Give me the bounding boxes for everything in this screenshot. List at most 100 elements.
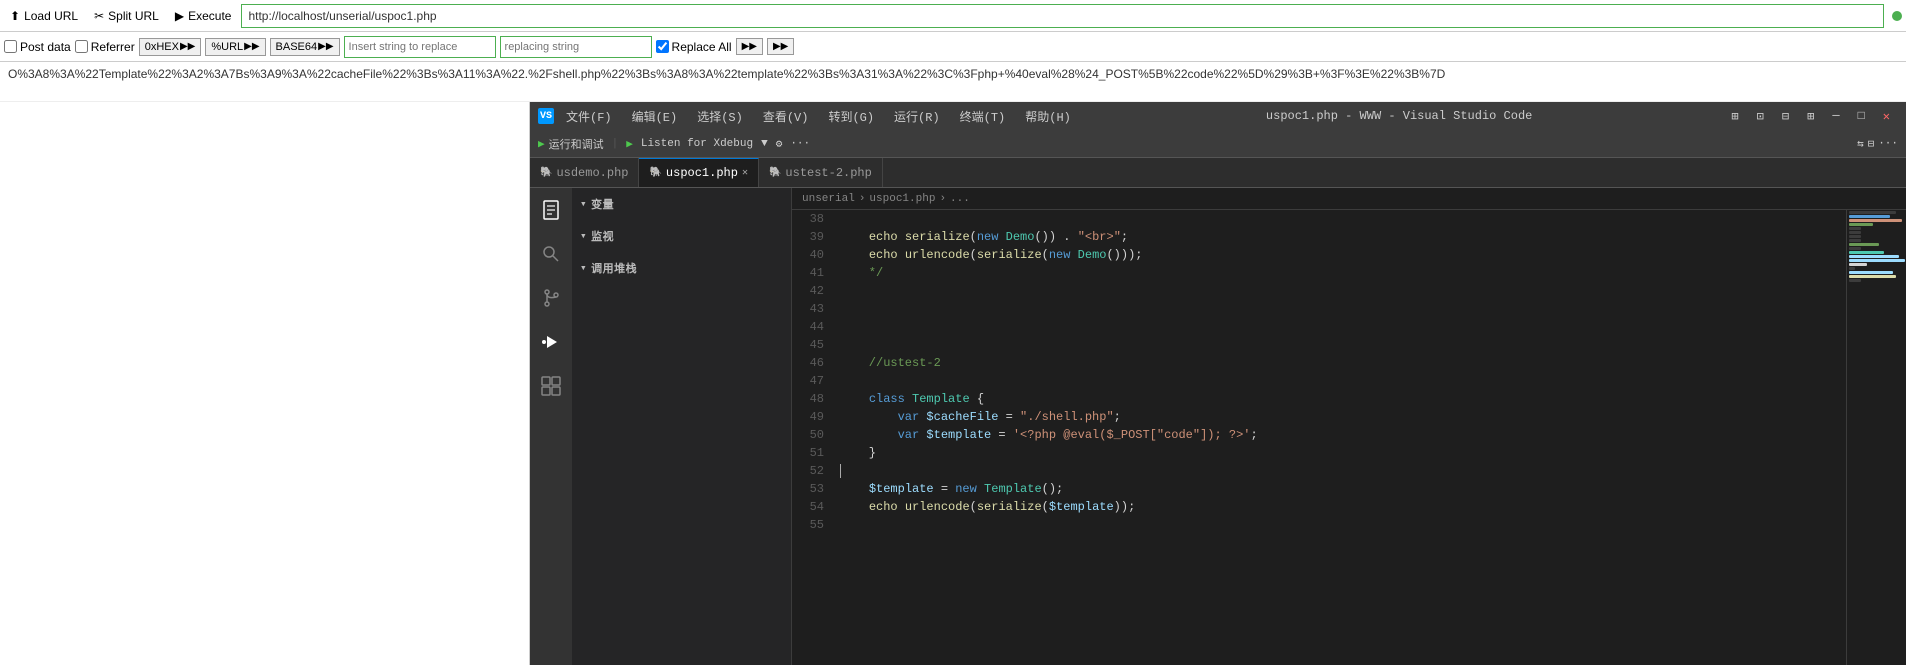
post-data-label: Post data (20, 40, 71, 54)
window-sidebar-btn[interactable]: ⊡ (1749, 107, 1772, 126)
variables-header[interactable]: ▾ 变量 (572, 192, 791, 216)
callstack-section: ▾ 调用堆栈 (572, 252, 791, 284)
tab-uspoc1-label: uspoc1.php (666, 166, 738, 180)
post-data-checkbox[interactable]: Post data (4, 40, 71, 54)
variables-section: ▾ 变量 (572, 188, 791, 220)
replace-all-label: Replace All (672, 40, 732, 54)
minimap (1846, 210, 1906, 665)
layout-icon[interactable]: ⊟ (1868, 137, 1875, 151)
menu-goto[interactable]: 转到(G) (824, 106, 878, 127)
menu-view[interactable]: 查看(V) (759, 106, 813, 127)
activity-extensions-icon[interactable] (537, 372, 565, 400)
listen-label: Listen for Xdebug (641, 138, 753, 150)
variables-label: 变量 (591, 196, 614, 212)
breadcrumb: unserial › uspoc1.php › ... (792, 188, 1906, 210)
left-panel (0, 102, 530, 665)
menu-file[interactable]: 文件(F) (562, 106, 616, 127)
vscode-titlebar: VS 文件(F) 编辑(E) 选择(S) 查看(V) 转到(G) 运行(R) 终… (530, 102, 1906, 130)
more-icon[interactable]: ··· (1878, 138, 1898, 150)
insert-replace-input[interactable] (344, 36, 496, 58)
tab-ustest2-label: ustest-2.php (785, 166, 871, 180)
menu-edit[interactable]: 编辑(E) (628, 106, 682, 127)
dropdown-arrow-icon[interactable]: ▼ (761, 138, 768, 150)
breadcrumb-unserial: unserial (802, 193, 855, 205)
callstack-chevron-icon: ▾ (580, 261, 587, 275)
activity-search-icon[interactable] (537, 240, 565, 268)
vscode-debug-toolbar: ▶ 运行和调试 | ▶ Listen for Xdebug ▼ ⚙ ··· ⇆ … (530, 130, 1906, 158)
vscode-editor: VS 文件(F) 编辑(E) 选择(S) 查看(V) 转到(G) 运行(R) 终… (530, 102, 1906, 665)
toolbar-gear-icon[interactable]: ⚙ (776, 137, 783, 151)
url-button[interactable]: %URL ▶▶ (205, 38, 265, 56)
play-icon: ▶ (538, 137, 545, 151)
activity-debug-icon[interactable] (537, 328, 565, 356)
extra-arrow-button[interactable]: ▶▶ (767, 38, 794, 55)
callstack-label: 调用堆栈 (591, 260, 637, 276)
breadcrumb-sep1: › (859, 193, 866, 205)
menu-run[interactable]: 运行(R) (890, 106, 944, 127)
code-editor[interactable]: echo serialize(new Demo()) . "<br>"; ech… (832, 210, 1846, 665)
code-container[interactable]: 38 39 40 41 42 43 44 45 46 47 48 49 50 5… (792, 210, 1906, 665)
debug-sidebar: ▾ 变量 ▾ 监视 ▾ 调用堆栈 (572, 188, 792, 665)
vscode-menu: 文件(F) 编辑(E) 选择(S) 查看(V) 转到(G) 运行(R) 终端(T… (562, 106, 1075, 127)
menu-help[interactable]: 帮助(H) (1021, 106, 1075, 127)
watch-section: ▾ 监视 (572, 220, 791, 252)
breadcrumb-nav-icon[interactable]: ⇆ (1857, 137, 1864, 151)
window-controls: ⊞ ⊡ ⊟ ⊞ ─ □ ✕ (1723, 107, 1898, 126)
tab-usdemo-label: usdemo.php (556, 166, 628, 180)
breadcrumb-dots: ... (950, 193, 970, 205)
status-dot (1892, 11, 1902, 21)
toolbar-dots-icon[interactable]: ··· (790, 138, 810, 150)
hex-label: 0xHEX (145, 41, 179, 53)
url-input[interactable] (241, 4, 1884, 28)
window-panel-btn[interactable]: ⊟ (1774, 107, 1797, 126)
vscode-title: uspoc1.php - WWW - Visual Studio Code (1083, 109, 1716, 123)
execute-label: Execute (188, 9, 231, 23)
vscode-body: ▾ 变量 ▾ 监视 ▾ 调用堆栈 (530, 188, 1906, 665)
tab-usdemo-icon: 🐘 (540, 167, 552, 179)
activity-explorer-icon[interactable] (537, 196, 565, 224)
base64-arrow-icon: ▶▶ (318, 41, 333, 52)
extra-arrow-icon: ▶▶ (773, 41, 788, 52)
watch-chevron-icon: ▾ (580, 229, 587, 243)
breadcrumb-file: uspoc1.php (869, 193, 935, 205)
replace-all-checkbox[interactable]: Replace All (656, 40, 732, 54)
url-arrow-icon: ▶▶ (244, 41, 259, 52)
toolbar-right-actions: ⇆ ⊟ ··· (1857, 137, 1898, 151)
replace-all-check[interactable] (656, 40, 669, 53)
menu-select[interactable]: 选择(S) (693, 106, 747, 127)
window-close-btn[interactable]: ✕ (1875, 107, 1898, 126)
replace-arrow-button[interactable]: ▶▶ (736, 38, 763, 55)
load-url-label: Load URL (24, 9, 78, 23)
referrer-check[interactable] (75, 40, 88, 53)
referrer-checkbox[interactable]: Referrer (75, 40, 135, 54)
execute-button[interactable]: ▶ Execute (169, 7, 238, 25)
post-data-check[interactable] (4, 40, 17, 53)
url-label: %URL (211, 41, 243, 53)
tab-usdemo[interactable]: 🐘 usdemo.php (530, 158, 639, 188)
breadcrumb-sep2: › (939, 193, 946, 205)
window-minimize-btn[interactable]: ─ (1824, 107, 1847, 126)
load-url-icon: ⬆ (10, 9, 20, 23)
base64-button[interactable]: BASE64 ▶▶ (270, 38, 340, 56)
tab-ustest2[interactable]: 🐘 ustest-2.php (759, 158, 883, 188)
split-url-icon: ✂ (94, 9, 104, 23)
split-url-button[interactable]: ✂ Split URL (88, 7, 165, 25)
hex-button[interactable]: 0xHEX ▶▶ (139, 38, 202, 56)
inserting-replacing-input[interactable] (500, 36, 652, 58)
window-maximize-btn[interactable]: □ (1850, 107, 1873, 126)
line-numbers: 38 39 40 41 42 43 44 45 46 47 48 49 50 5… (792, 210, 832, 665)
load-url-button[interactable]: ⬆ Load URL (4, 7, 84, 25)
watch-header[interactable]: ▾ 监视 (572, 224, 791, 248)
window-grid-btn[interactable]: ⊞ (1799, 107, 1822, 126)
menu-terminal[interactable]: 终端(T) (956, 106, 1010, 127)
editor-area: unserial › uspoc1.php › ... 38 39 40 41 … (792, 188, 1906, 665)
hex-arrow-icon: ▶▶ (180, 41, 195, 52)
window-layout-btn[interactable]: ⊞ (1723, 107, 1746, 126)
toolbar-separator: | (612, 138, 619, 150)
run-debug-button[interactable]: ▶ 运行和调试 (538, 136, 604, 152)
tab-uspoc1-close-icon[interactable]: ✕ (742, 167, 748, 179)
callstack-header[interactable]: ▾ 调用堆栈 (572, 256, 791, 280)
activity-git-icon[interactable] (537, 284, 565, 312)
vscode-logo: VS (538, 108, 554, 124)
tab-uspoc1[interactable]: 🐘 uspoc1.php ✕ (639, 158, 759, 188)
